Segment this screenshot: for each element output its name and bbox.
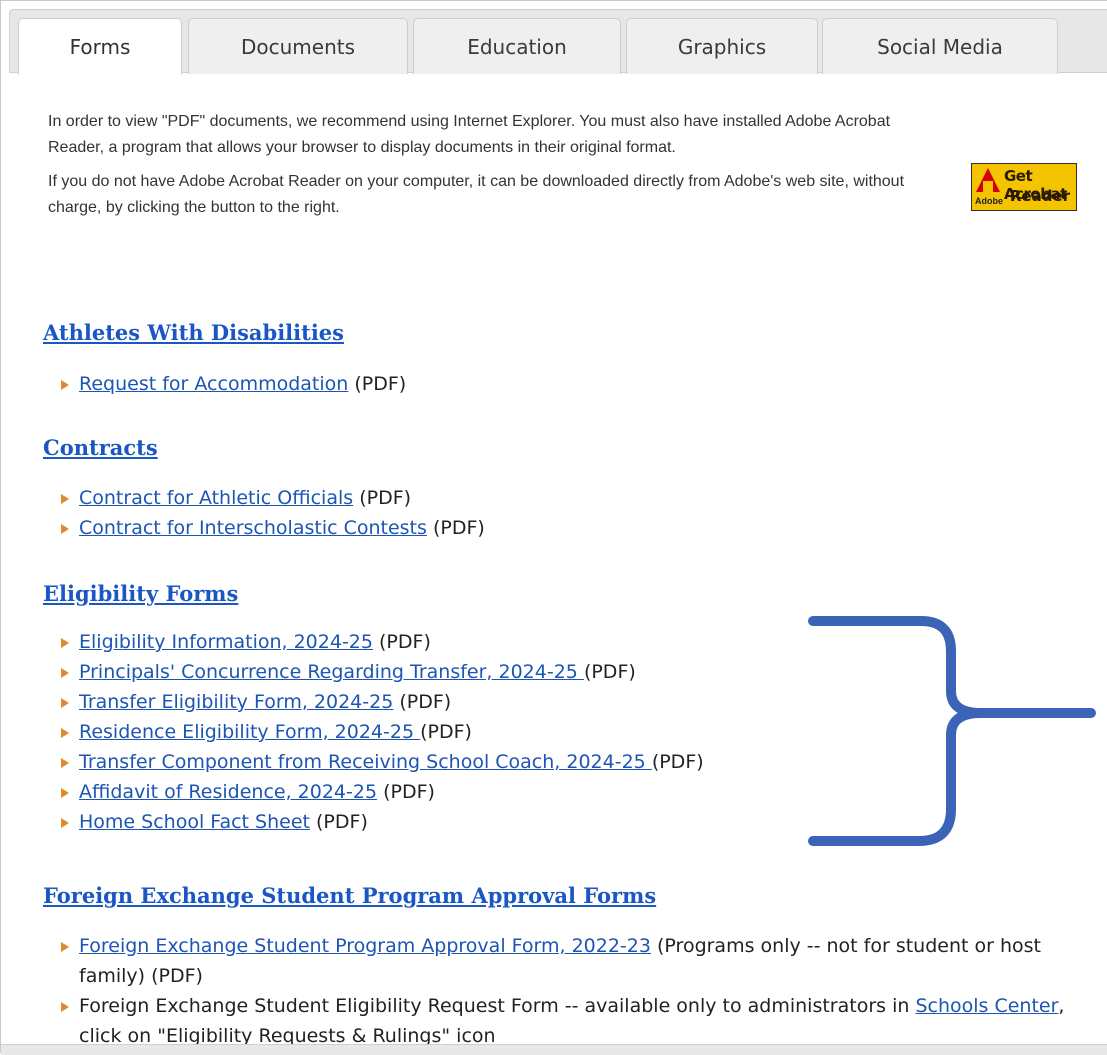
page-frame: Forms Documents Education Graphics Socia… [0,0,1107,1055]
pdf-label: (PDF) [377,781,435,803]
pdf-label: (PDF) [353,487,412,509]
bullet-arrow-icon [61,638,69,648]
list-item: Foreign Exchange Student Program Approva… [61,931,1091,991]
list-item: Request for Accommodation (PDF) [61,369,1091,399]
tab-education[interactable]: Education [413,18,621,74]
foreign-exchange-list: Foreign Exchange Student Program Approva… [61,931,1091,1051]
section-heading-eligibility-forms[interactable]: Eligibility Forms [43,581,238,606]
eligibility-information-link[interactable]: Eligibility Information, 2024-25 [79,631,373,653]
tab-bar: Forms Documents Education Graphics Socia… [9,9,1107,75]
tab-content: In order to view "PDF" documents, we rec… [1,73,1107,1054]
list-item: Contract for Interscholastic Contests (P… [61,513,1091,543]
pdf-label: (PDF) [393,691,452,713]
get-acrobat-reader-button[interactable]: Adobe Get Acrobat Reader [971,163,1077,211]
acrobat-line-2: Reader [1009,187,1070,205]
residence-eligibility-form-link[interactable]: Residence Eligibility Form, 2024-25 [79,721,420,743]
schools-center-link[interactable]: Schools Center [915,995,1058,1017]
pdf-label: (PDF) [348,373,407,395]
bullet-arrow-icon [61,380,69,390]
intro-text: In order to view "PDF" documents, we rec… [48,109,928,229]
intro-paragraph-1: In order to view "PDF" documents, we rec… [48,113,891,156]
principals-concurrence-link[interactable]: Principals' Concurrence Regarding Transf… [79,661,584,683]
section-heading-athletes-with-disabilities[interactable]: Athletes With Disabilities [43,320,344,345]
athletes-with-disabilities-list: Request for Accommodation (PDF) [61,369,1091,399]
contract-interscholastic-contests-link[interactable]: Contract for Interscholastic Contests [79,517,427,539]
bullet-arrow-icon [61,942,69,952]
pdf-label: (PDF) [426,517,485,539]
bullet-arrow-icon [61,818,69,828]
bullet-arrow-icon [61,698,69,708]
pdf-label: (PDF) [372,631,431,653]
section-heading-foreign-exchange[interactable]: Foreign Exchange Student Program Approva… [43,883,656,908]
bullet-arrow-icon [61,668,69,678]
affidavit-of-residence-link[interactable]: Affidavit of Residence, 2024-25 [79,781,377,803]
bullet-arrow-icon [61,1002,69,1012]
bullet-arrow-icon [61,788,69,798]
contract-athletic-officials-link[interactable]: Contract for Athletic Officials [79,487,353,509]
request-for-accommodation-link[interactable]: Request for Accommodation [79,373,348,395]
curly-brace-annotation-icon [808,616,1096,846]
section-heading-contracts[interactable]: Contracts [43,435,158,460]
contracts-list: Contract for Athletic Officials (PDF) Co… [61,483,1091,543]
tab-social-media[interactable]: Social Media [822,18,1058,74]
scroll-edge [1,1044,1107,1055]
pdf-label: (PDF) [583,661,636,683]
tab-graphics[interactable]: Graphics [626,18,818,74]
list-item: Contract for Athletic Officials (PDF) [61,483,1091,513]
pdf-label: (PDF) [420,721,472,743]
adobe-brand-label: Adobe [975,196,1003,206]
intro-paragraph-2: If you do not have Adobe Acrobat Reader … [48,173,905,216]
pdf-label: (PDF) [651,751,704,773]
transfer-eligibility-form-link[interactable]: Transfer Eligibility Form, 2024-25 [79,691,393,713]
tab-documents[interactable]: Documents [188,18,408,74]
home-school-fact-sheet-link[interactable]: Home School Fact Sheet [79,811,310,833]
list-item: Foreign Exchange Student Eligibility Req… [61,991,1091,1051]
foreign-exchange-approval-form-link[interactable]: Foreign Exchange Student Program Approva… [79,935,651,957]
bullet-arrow-icon [61,758,69,768]
bullet-arrow-icon [61,728,69,738]
bullet-arrow-icon [61,494,69,504]
transfer-component-link[interactable]: Transfer Component from Receiving School… [79,751,652,773]
bullet-arrow-icon [61,524,69,534]
pdf-label: (PDF) [309,811,368,833]
tab-forms[interactable]: Forms [18,18,182,75]
eligibility-request-text: Foreign Exchange Student Eligibility Req… [79,995,916,1017]
